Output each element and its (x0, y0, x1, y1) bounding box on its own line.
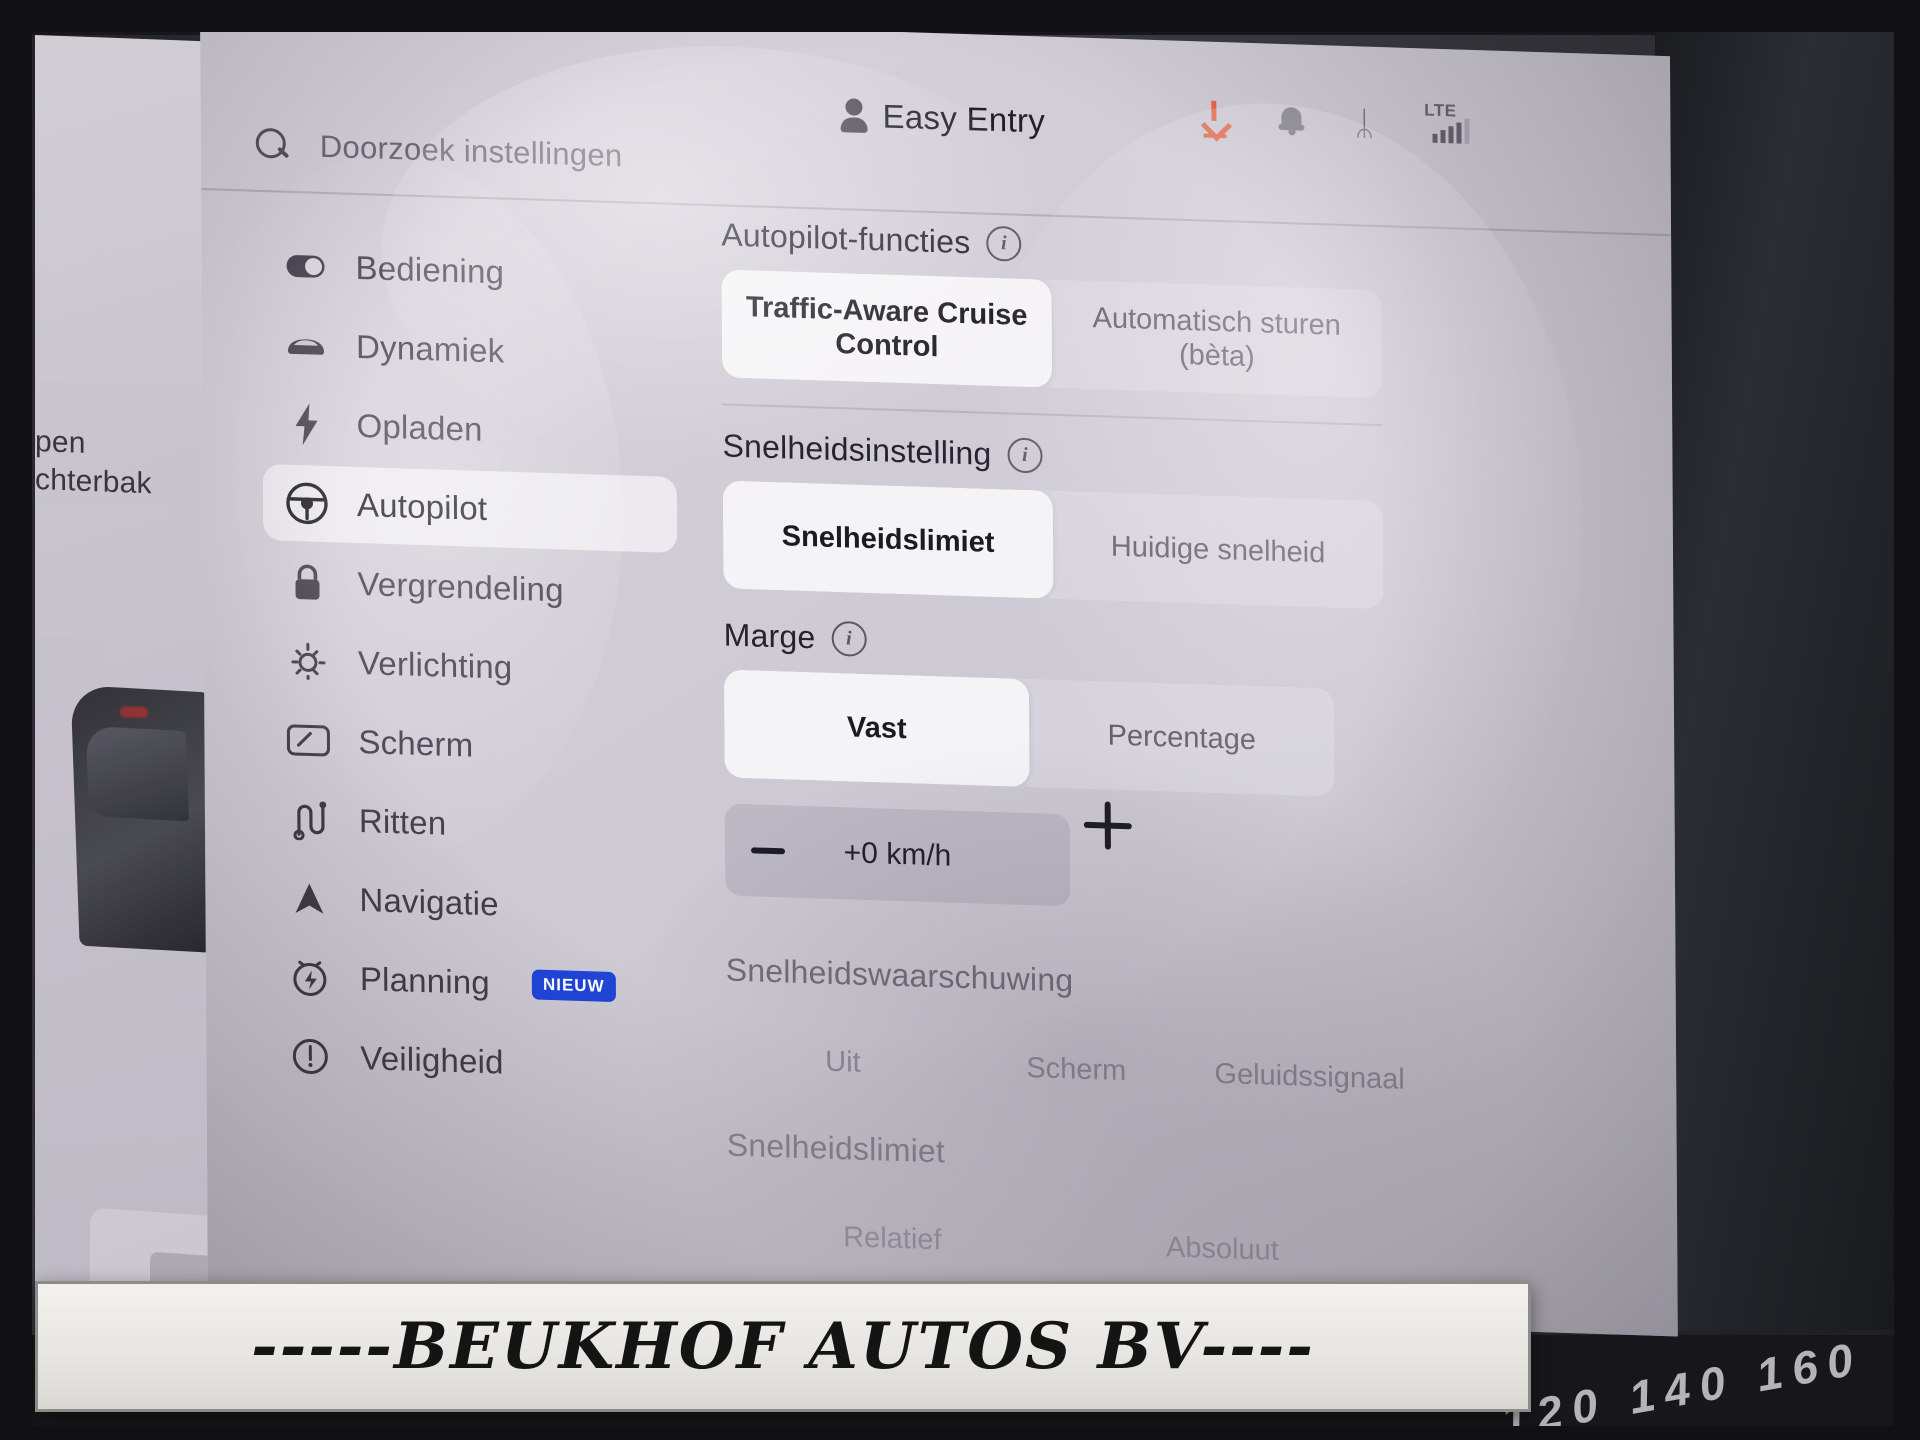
brightness-icon (286, 639, 330, 684)
section-header: Snelheidsinstelling i (722, 427, 1622, 492)
section-title: Snelheidslimiet (726, 1126, 946, 1170)
sidebar-item-veiligheid[interactable]: Veiligheid (266, 1017, 696, 1107)
info-icon[interactable]: i (831, 620, 867, 657)
sidebar-item-label: Scherm (358, 722, 474, 764)
option-scherm[interactable]: Scherm (959, 1012, 1193, 1127)
increase-button[interactable] (1084, 801, 1132, 851)
section-divider (722, 403, 1383, 427)
frame-right (1894, 0, 1920, 1440)
section-title: Snelheidsinstelling (722, 427, 992, 472)
sidebar-item-label: Dynamiek (355, 327, 505, 370)
sidebar-item-navigatie[interactable]: Navigatie (265, 859, 695, 949)
navigation-arrow-icon (287, 876, 331, 921)
sidebar-item-ritten[interactable]: Ritten (265, 780, 695, 870)
segmented-control-snelheidswaarschuwing: Uit Scherm Geluidssignaal (726, 1005, 1427, 1135)
decrease-button[interactable] (750, 847, 786, 855)
settings-screen: Easy Entry ᛦ LTE Doorzoek instellingen B… (200, 10, 1678, 1337)
sidebar-item-label: Opladen (356, 406, 483, 448)
option-percentage[interactable]: Percentage (1029, 679, 1335, 797)
alert-circle-icon (288, 1034, 332, 1079)
left-panel-line1: pen (35, 425, 86, 460)
frame-bottom (0, 1426, 1920, 1440)
sidebar-item-scherm[interactable]: Scherm (264, 701, 694, 791)
route-icon (287, 797, 331, 842)
margin-stepper: +0 km/h (724, 803, 1071, 907)
sidebar-item-planning[interactable]: Planning NIEUW (266, 938, 696, 1028)
segmented-control-autopilot-functies: Traffic-Aware Cruise Control Automatisch… (721, 269, 1383, 399)
settings-content: Autopilot-functies i Traffic-Aware Cruis… (721, 216, 1628, 1330)
sidebar-item-dynamiek[interactable]: Dynamiek (262, 306, 692, 396)
sidebar-item-label: Planning (359, 960, 491, 1002)
frame-left (0, 0, 32, 1440)
sidebar-item-label: Veiligheid (360, 1039, 504, 1081)
sidebar-item-label: Vergrendeling (357, 564, 564, 609)
section-title: Autopilot-functies (721, 216, 971, 261)
status-badge: NIEUW (531, 969, 616, 1003)
sidebar-item-label: Autopilot (356, 485, 488, 528)
section-autopilot-functies: Autopilot-functies i Traffic-Aware Cruis… (721, 216, 1622, 405)
schedule-icon (288, 955, 332, 1000)
frame-top (0, 0, 1920, 32)
option-vast[interactable]: Vast (723, 669, 1030, 788)
sidebar-item-label: Ritten (358, 802, 447, 842)
dealer-name: -----BEUKHOF AUTOS BV---- (251, 1309, 1315, 1384)
search-icon (256, 128, 290, 163)
taillight-glow (120, 706, 148, 719)
sidebar-item-label: Verlichting (357, 643, 513, 686)
section-header: Autopilot-functies i (721, 216, 1621, 281)
bolt-icon (284, 402, 328, 447)
option-uit[interactable]: Uit (726, 1005, 960, 1120)
section-header: Snelheidswaarschuwing (726, 952, 1626, 1017)
sidebar-item-label: Bediening (355, 248, 505, 291)
dealer-watermark-banner: -----BEUKHOF AUTOS BV---- (35, 1281, 1531, 1412)
signal-bars (1432, 118, 1470, 144)
section-title: Marge (723, 616, 816, 656)
left-panel-line2: chterbak (35, 463, 152, 501)
info-icon[interactable]: i (986, 225, 1022, 262)
option-huidige-snelheid[interactable]: Huidige snelheid (1053, 491, 1384, 609)
sidebar-item-verlichting[interactable]: Verlichting (264, 622, 694, 712)
option-snelheidslimiet[interactable]: Snelheidslimiet (722, 480, 1054, 599)
info-icon[interactable]: i (1007, 437, 1043, 474)
bell-icon[interactable] (1278, 105, 1304, 136)
option-automatisch-sturen[interactable]: Automatisch sturen (bèta) (1051, 280, 1382, 398)
sidebar-item-label: Navigatie (359, 881, 499, 923)
settings-sidebar: Bediening Dynamiek Opladen Autopilot Ver… (261, 227, 696, 1110)
stepper-value: +0 km/h (843, 836, 952, 873)
segmented-control-marge: Vast Percentage (723, 669, 1335, 797)
download-icon[interactable] (1200, 100, 1228, 139)
option-geluidssignaal[interactable]: Geluidssignaal (1193, 1019, 1427, 1134)
steering-wheel-icon (285, 481, 329, 526)
option-traffic-aware-cruise-control[interactable]: Traffic-Aware Cruise Control (721, 269, 1053, 388)
toggle-icon (283, 244, 327, 289)
sidebar-item-bediening[interactable]: Bediening (261, 227, 691, 317)
section-marge: Marge i Vast Percentage +0 km/h (724, 616, 1626, 923)
section-snelheidswaarschuwing: Snelheidswaarschuwing Uit Scherm Geluids… (726, 952, 1627, 1141)
bluetooth-icon[interactable]: ᛦ (1354, 104, 1374, 142)
section-snelheidsinstelling: Snelheidsinstelling i Snelheidslimiet Hu… (722, 427, 1623, 616)
search-input[interactable]: Doorzoek instellingen (320, 129, 623, 175)
sidebar-item-autopilot[interactable]: Autopilot (262, 463, 678, 554)
sidebar-item-opladen[interactable]: Opladen (262, 385, 692, 475)
door-pillar (1655, 30, 1920, 1330)
car-image (70, 684, 220, 954)
section-title: Snelheidswaarschuwing (725, 951, 1074, 999)
section-header: Marge i (724, 616, 1624, 681)
photo-of-tesla-touchscreen: pen chterbak ⚡ Easy Entry ᛦ LTE (0, 0, 1920, 1440)
lte-signal-icon[interactable]: LTE (1424, 100, 1496, 146)
display-icon (286, 718, 330, 763)
segmented-control-snelheidsinstelling: Snelheidslimiet Huidige snelheid (722, 480, 1384, 610)
car-icon (284, 323, 328, 368)
sidebar-item-vergrendeling[interactable]: Vergrendeling (263, 543, 693, 633)
lock-icon (285, 560, 329, 605)
